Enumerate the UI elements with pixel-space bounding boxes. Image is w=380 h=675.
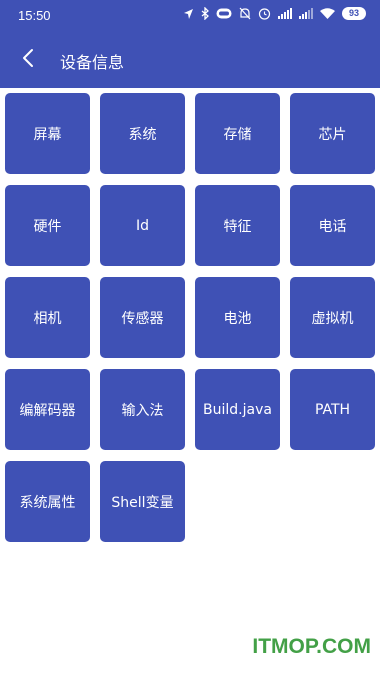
back-button[interactable] — [8, 40, 48, 80]
page-title: 设备信息 — [60, 53, 125, 72]
status-icons: 93 — [183, 7, 366, 20]
tile-input-method[interactable]: 输入法 — [100, 369, 185, 450]
tile-shell-variables[interactable]: Shell变量 — [100, 461, 185, 542]
tile-path[interactable]: PATH — [290, 369, 375, 450]
tile-codecs[interactable]: 编解码器 — [5, 369, 90, 450]
battery-icon: 93 — [342, 7, 366, 20]
alarm-icon — [258, 7, 271, 20]
status-time: 15:50 — [18, 8, 51, 23]
tile-chip[interactable]: 芯片 — [290, 93, 375, 174]
tile-battery[interactable]: 电池 — [195, 277, 280, 358]
app-bar: 设备信息 — [0, 32, 380, 88]
tile-storage[interactable]: 存储 — [195, 93, 280, 174]
tile-vm[interactable]: 虚拟机 — [290, 277, 375, 358]
signal-icon — [278, 8, 292, 19]
tile-features[interactable]: 特征 — [195, 185, 280, 266]
tile-sensors[interactable]: 传感器 — [100, 277, 185, 358]
tile-phone[interactable]: 电话 — [290, 185, 375, 266]
mute-icon — [239, 7, 251, 20]
tile-hardware[interactable]: 硬件 — [5, 185, 90, 266]
location-icon — [183, 8, 194, 20]
tile-id[interactable]: Id — [100, 185, 185, 266]
tile-screen[interactable]: 屏幕 — [5, 93, 90, 174]
status-bar: 15:50 93 — [0, 0, 380, 32]
wifi-icon — [320, 8, 335, 19]
vr-icon — [216, 8, 232, 19]
chevron-left-icon — [21, 48, 35, 72]
tile-camera[interactable]: 相机 — [5, 277, 90, 358]
tile-system[interactable]: 系统 — [100, 93, 185, 174]
tile-build-java[interactable]: Build.java — [195, 369, 280, 450]
tile-system-properties[interactable]: 系统属性 — [5, 461, 90, 542]
watermark: ITMOP.COM — [252, 635, 371, 658]
signal-icon-2 — [299, 8, 313, 19]
bluetooth-icon — [201, 7, 209, 20]
